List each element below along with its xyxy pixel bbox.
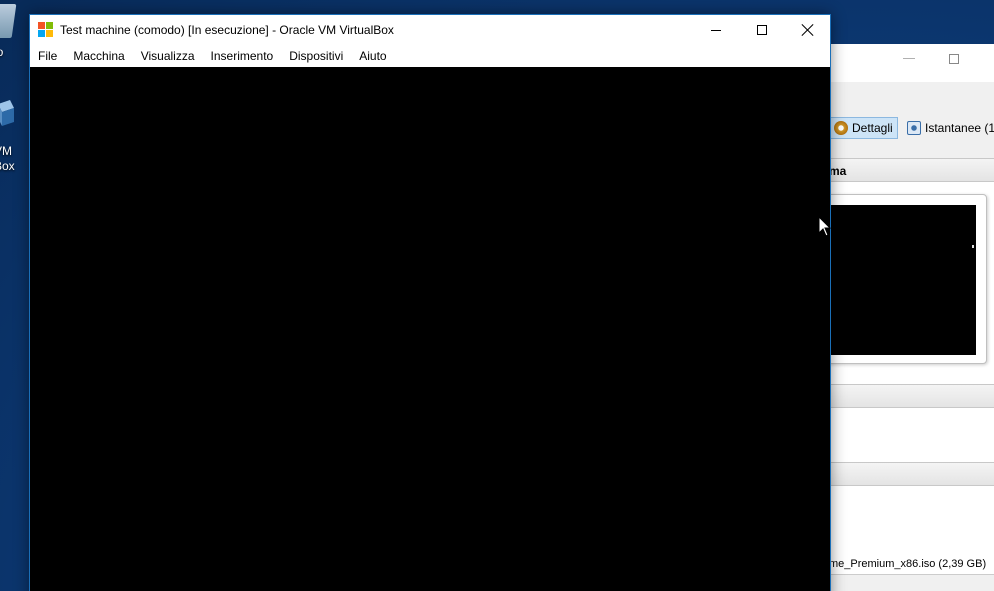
- section-header[interactable]: [827, 384, 994, 408]
- details-label: Dettagli: [852, 121, 893, 135]
- preview-cursor-mark: [972, 245, 974, 248]
- vm-titlebar[interactable]: Test machine (comodo) [In esecuzione] - …: [30, 15, 830, 45]
- menubar: File Macchina Visualizza Inserimento Dis…: [30, 45, 830, 67]
- gear-icon: [834, 121, 848, 135]
- preview-section-title: ma: [829, 164, 847, 178]
- recycle-bin-icon: [0, 4, 17, 38]
- snapshots-label: Istantanee (1): [925, 121, 994, 135]
- manager-titlebar: [827, 44, 994, 82]
- mouse-cursor-icon: [818, 216, 832, 237]
- preview-panel: [825, 194, 987, 364]
- virtualbox-manager-window[interactable]: Dettagli Istantanee (1) ma me_Premium_x8…: [825, 44, 994, 591]
- menu-dispositivi[interactable]: Dispositivi: [281, 45, 351, 67]
- menu-visualizza[interactable]: Visualizza: [133, 45, 203, 67]
- vm-window[interactable]: Test machine (comodo) [In esecuzione] - …: [29, 14, 831, 591]
- minimize-icon: [711, 29, 721, 31]
- window-title: Test machine (comodo) [In esecuzione] - …: [60, 23, 394, 37]
- minimize-icon[interactable]: [903, 58, 915, 59]
- maximize-icon[interactable]: [949, 54, 959, 64]
- maximize-icon: [757, 25, 767, 35]
- camera-icon: [907, 121, 921, 135]
- desktop-icon-recycle[interactable]: no: [0, 0, 20, 62]
- minimize-button[interactable]: [693, 15, 739, 45]
- close-button[interactable]: [785, 15, 831, 45]
- menu-macchina[interactable]: Macchina: [65, 45, 132, 67]
- details-button[interactable]: Dettagli: [829, 117, 898, 139]
- preview-section-header[interactable]: ma: [827, 158, 994, 182]
- virtualbox-icon[interactable]: [38, 22, 54, 38]
- close-icon: [802, 24, 814, 36]
- section-header[interactable]: [827, 574, 994, 591]
- vm-display[interactable]: [30, 67, 830, 591]
- snapshots-button[interactable]: Istantanee (1): [903, 117, 994, 139]
- section-header[interactable]: [827, 462, 994, 486]
- maximize-button[interactable]: [739, 15, 785, 45]
- iso-info-text: me_Premium_x86.iso (2,39 GB): [829, 558, 987, 570]
- menu-aiuto[interactable]: Aiuto: [351, 45, 394, 67]
- menu-inserimento[interactable]: Inserimento: [203, 45, 282, 67]
- menu-file[interactable]: File: [30, 45, 65, 67]
- vm-preview-thumbnail: [830, 205, 976, 355]
- virtualbox-cube-icon: [0, 100, 14, 126]
- desktop-icon-virtualbox[interactable]: VMBox: [0, 92, 20, 182]
